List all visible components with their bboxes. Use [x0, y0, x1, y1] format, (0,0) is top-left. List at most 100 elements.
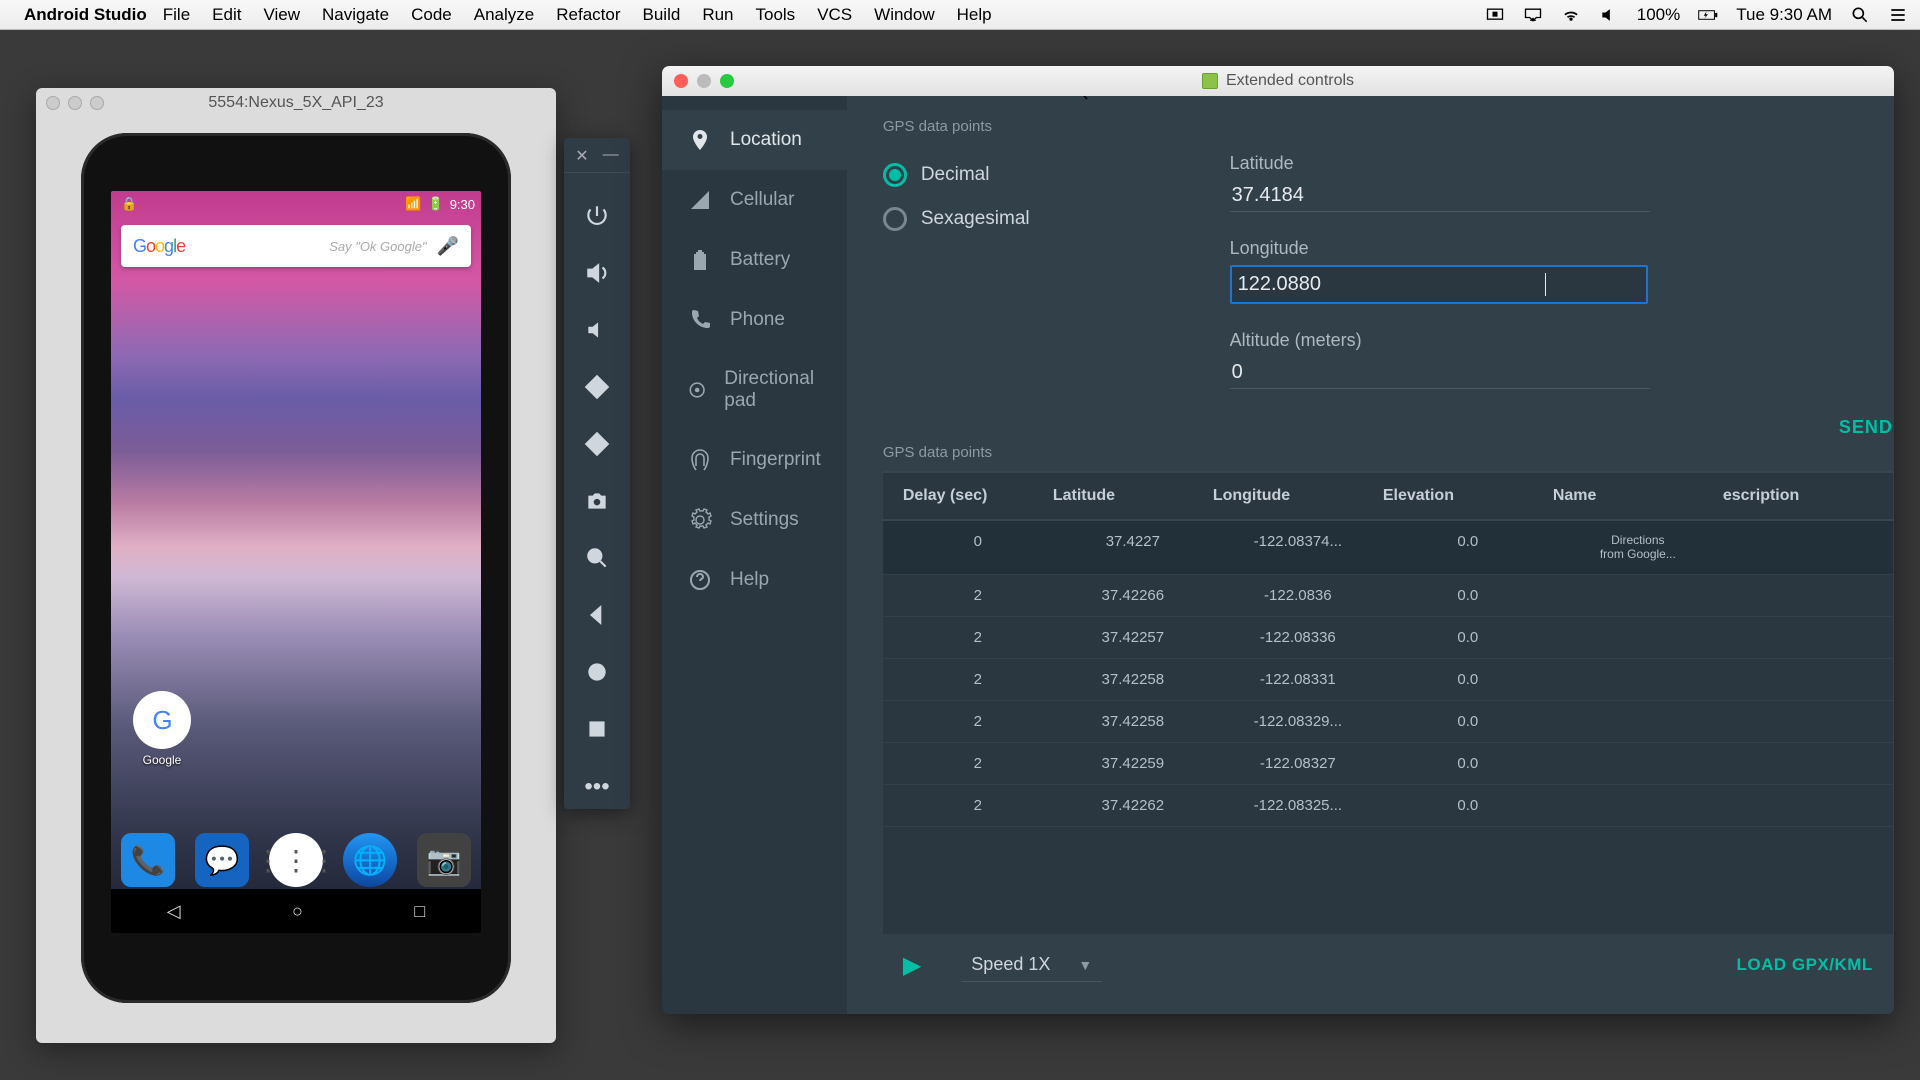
- menu-build[interactable]: Build: [643, 5, 681, 25]
- menu-refactor[interactable]: Refactor: [556, 5, 620, 25]
- emulator-toolbar: ✕ — •••: [564, 138, 630, 809]
- window-traffic-lights[interactable]: [674, 74, 734, 88]
- send-button[interactable]: SEND: [1839, 417, 1893, 437]
- toolbar-zoom-icon[interactable]: [564, 545, 630, 578]
- emulator-traffic-lights[interactable]: [46, 96, 104, 110]
- phone-screen[interactable]: 🔒 📶 🔋 9:30 Google Say "Ok Google" 🎤 G Go…: [111, 191, 481, 933]
- toolbar-overview-icon[interactable]: [564, 716, 630, 749]
- google-app-icon[interactable]: G: [133, 691, 191, 749]
- col-elevation: Elevation: [1383, 487, 1553, 505]
- menu-run[interactable]: Run: [702, 5, 733, 25]
- play-button[interactable]: ▶: [903, 951, 921, 980]
- dock-browser-icon[interactable]: 🌐: [343, 833, 397, 887]
- table-row[interactable]: 237.42266-122.08360.0: [883, 575, 1893, 617]
- menu-code[interactable]: Code: [411, 5, 452, 25]
- sidebar-item-battery[interactable]: Battery: [662, 230, 847, 290]
- toolbar-back-icon[interactable]: [564, 602, 630, 635]
- app-name[interactable]: Android Studio: [24, 5, 147, 25]
- menu-window[interactable]: Window: [874, 5, 934, 25]
- spotlight-icon[interactable]: [1850, 5, 1870, 25]
- table-row[interactable]: 237.42258-122.083310.0: [883, 659, 1893, 701]
- zoom-button[interactable]: [720, 74, 734, 88]
- toolbar-power-icon[interactable]: [564, 203, 630, 236]
- emulator-titlebar[interactable]: 5554:Nexus_5X_API_23: [36, 88, 556, 118]
- sidebar-item-dpad[interactable]: Directional pad: [662, 350, 847, 430]
- home-app-google[interactable]: G Google: [133, 691, 191, 767]
- sidebar-item-help[interactable]: Help: [662, 550, 847, 610]
- toolbar-rotate-left-icon[interactable]: [564, 374, 630, 407]
- menu-edit[interactable]: Edit: [212, 5, 241, 25]
- menu-file[interactable]: File: [163, 5, 190, 25]
- dock-apps-icon[interactable]: ⋮⋮⋮: [269, 833, 323, 887]
- nav-back-icon[interactable]: ◁: [167, 901, 181, 922]
- sidebar-label-fingerprint: Fingerprint: [730, 449, 821, 471]
- wifi-icon[interactable]: [1561, 5, 1581, 25]
- volume-icon[interactable]: [1599, 5, 1619, 25]
- radio-decimal[interactable]: Decimal: [883, 163, 1030, 187]
- dock-messages-icon[interactable]: 💬: [195, 833, 249, 887]
- sidebar-label-phone: Phone: [730, 309, 785, 331]
- menu-help[interactable]: Help: [957, 5, 992, 25]
- screenshare-icon[interactable]: [1485, 5, 1505, 25]
- table-row[interactable]: 237.42258-122.08329...0.0: [883, 701, 1893, 743]
- extended-sidebar: Location Cellular Battery Phone Directio…: [662, 96, 847, 1014]
- android-nav-bar: ◁ ○ □: [111, 889, 481, 933]
- sidebar-item-settings[interactable]: Settings: [662, 490, 847, 550]
- android-status-bar[interactable]: 🔒 📶 🔋 9:30: [111, 191, 481, 217]
- close-button[interactable]: [674, 74, 688, 88]
- sidebar-item-cellular[interactable]: Cellular: [662, 170, 847, 230]
- google-app-label: Google: [133, 753, 191, 767]
- table-row[interactable]: 237.42259-122.083270.0: [883, 743, 1893, 785]
- toolbar-volume-up-icon[interactable]: [564, 260, 630, 293]
- menu-view[interactable]: View: [263, 5, 300, 25]
- airplay-icon[interactable]: [1523, 5, 1543, 25]
- battery-icon[interactable]: [1698, 5, 1718, 25]
- mic-icon[interactable]: 🎤: [437, 236, 459, 257]
- battery-icon: 🔋: [428, 196, 444, 212]
- sidebar-label-dpad: Directional pad: [724, 368, 821, 412]
- table-row[interactable]: 237.42262-122.08325...0.0: [883, 785, 1893, 827]
- lock-icon: 🔒: [121, 196, 137, 212]
- menu-tools[interactable]: Tools: [756, 5, 796, 25]
- sidebar-item-phone[interactable]: Phone: [662, 290, 847, 350]
- toolbar-minimize-icon[interactable]: —: [603, 146, 619, 166]
- nav-recent-icon[interactable]: □: [414, 901, 425, 922]
- col-latitude: Latitude: [1053, 487, 1213, 505]
- speed-select[interactable]: Speed 1X ▼: [961, 948, 1102, 982]
- nav-home-icon[interactable]: ○: [292, 901, 303, 922]
- menu-vcs[interactable]: VCS: [817, 5, 852, 25]
- menu-navigate[interactable]: Navigate: [322, 5, 389, 25]
- extended-titlebar[interactable]: Extended controls: [662, 66, 1894, 96]
- latitude-label: Latitude: [1230, 153, 1893, 174]
- notifications-icon[interactable]: [1888, 5, 1908, 25]
- table-row[interactable]: 037.4227-122.08374...0.0Directionsfrom G…: [883, 521, 1893, 575]
- chevron-down-icon: ▼: [1078, 957, 1092, 973]
- latitude-input[interactable]: 37.4184: [1230, 180, 1650, 212]
- speed-label: Speed 1X: [971, 954, 1050, 975]
- sidebar-label-settings: Settings: [730, 509, 799, 531]
- load-gpx-button[interactable]: LOAD GPX/KML: [1736, 955, 1872, 975]
- sidebar-item-fingerprint[interactable]: Fingerprint: [662, 430, 847, 490]
- minimize-button[interactable]: [697, 74, 711, 88]
- toolbar-volume-down-icon[interactable]: [564, 317, 630, 350]
- radio-sexagesimal[interactable]: Sexagesimal: [883, 207, 1030, 231]
- dock-phone-icon[interactable]: 📞: [121, 833, 175, 887]
- gps-table-body[interactable]: 037.4227-122.08374...0.0Directionsfrom G…: [883, 521, 1893, 827]
- table-row[interactable]: 237.42257-122.083360.0: [883, 617, 1893, 659]
- toolbar-rotate-right-icon[interactable]: [564, 431, 630, 464]
- sidebar-item-location[interactable]: Location: [662, 110, 847, 170]
- dock-camera-icon[interactable]: 📷: [417, 833, 471, 887]
- toolbar-home-icon[interactable]: [564, 659, 630, 692]
- toolbar-close-icon[interactable]: ✕: [575, 146, 588, 166]
- longitude-input[interactable]: 122.0880: [1230, 265, 1648, 304]
- search-hint: Say "Ok Google": [329, 239, 426, 254]
- altitude-input[interactable]: 0: [1230, 357, 1650, 389]
- phone-frame: 🔒 📶 🔋 9:30 Google Say "Ok Google" 🎤 G Go…: [81, 133, 511, 1003]
- google-search-bar[interactable]: Google Say "Ok Google" 🎤: [121, 225, 471, 267]
- window-app-icon: [1202, 73, 1218, 89]
- toolbar-more-icon[interactable]: •••: [564, 773, 630, 801]
- toolbar-camera-icon[interactable]: [564, 488, 630, 521]
- battery-text: 100%: [1637, 5, 1680, 25]
- extended-main-panel: GPS data points Decimal Sexagesimal Lati…: [847, 96, 1894, 1014]
- menu-analyze[interactable]: Analyze: [474, 5, 534, 25]
